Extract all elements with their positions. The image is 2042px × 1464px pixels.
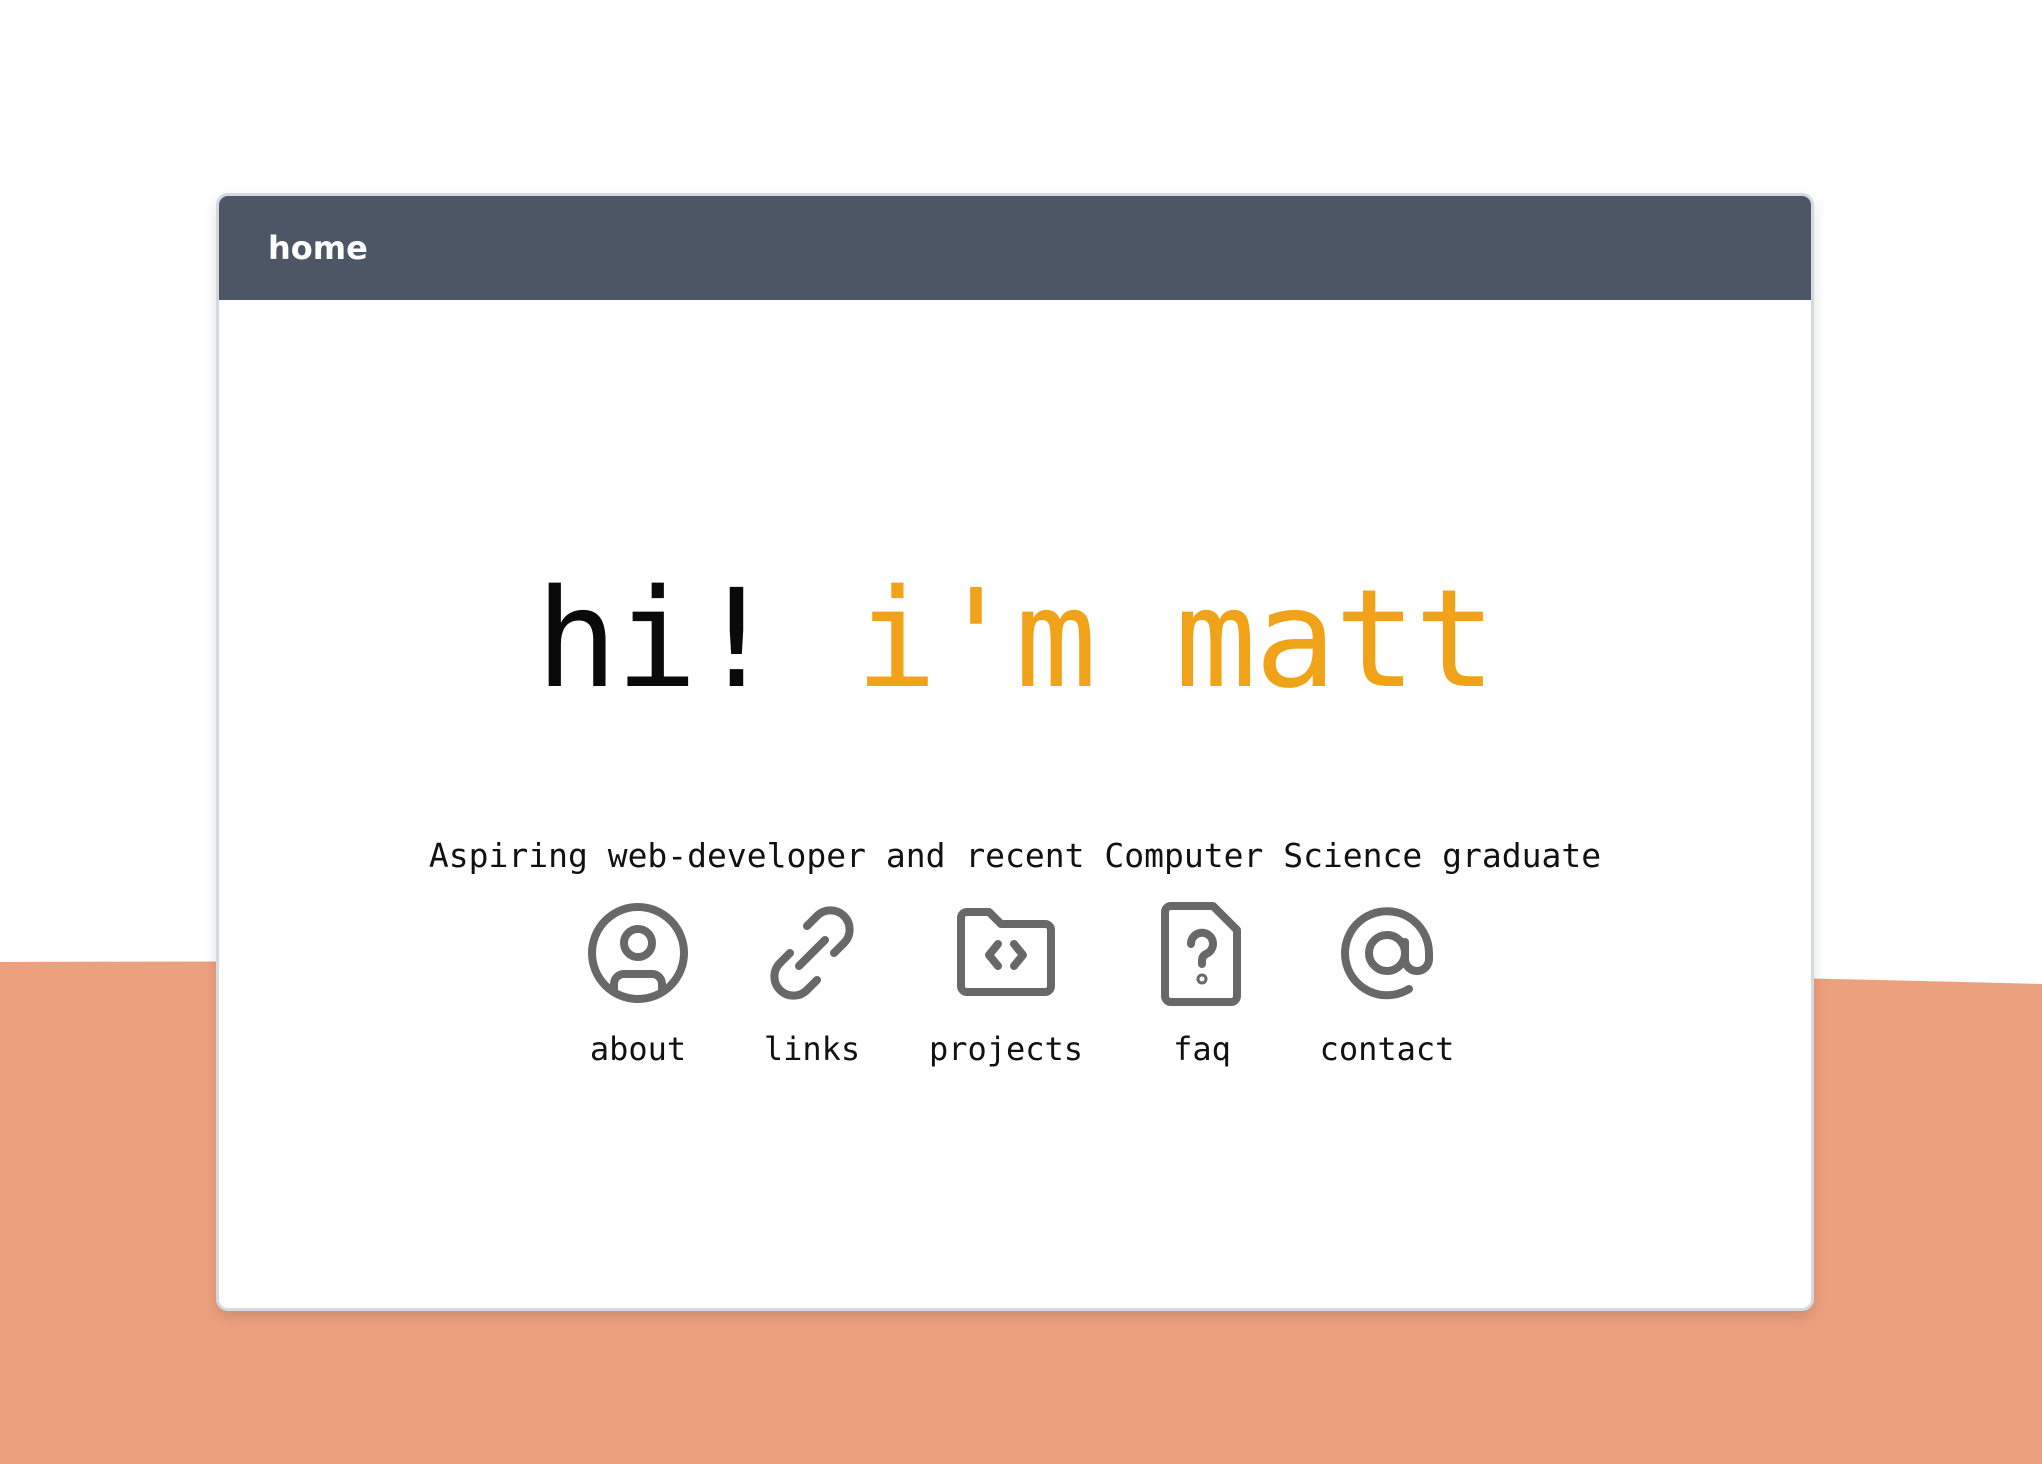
nav-bar: about links projects faq contact — [219, 898, 1811, 1098]
hero-name: i'm matt — [855, 561, 1496, 719]
user-circle-icon — [588, 903, 688, 1003]
nav-label-about: about — [589, 1030, 687, 1068]
hero-tagline: Aspiring web-developer and recent Comput… — [428, 836, 1602, 875]
hero-greeting: hi! — [535, 561, 856, 719]
nav-item-links[interactable]: links — [712, 898, 912, 1068]
at-sign-icon — [1341, 907, 1433, 1000]
window-titlebar: home — [219, 196, 1811, 300]
nav-label-contact: contact — [1319, 1030, 1455, 1068]
nav-label-links: links — [763, 1030, 861, 1068]
nav-label-projects: projects — [928, 1030, 1084, 1068]
nav-item-contact[interactable]: contact — [1287, 898, 1487, 1068]
nav-item-projects[interactable]: projects — [906, 898, 1106, 1068]
home-window: home hi! i'm matt Aspiring web-developer… — [216, 193, 1814, 1311]
hero-heading: hi! i'm matt — [219, 572, 1811, 708]
code-folder-icon — [957, 908, 1055, 996]
nav-item-about[interactable]: about — [538, 898, 738, 1068]
window-title: home — [268, 229, 368, 267]
link-icon — [770, 906, 854, 1000]
nav-label-faq: faq — [1173, 1030, 1231, 1068]
window-content: hi! i'm matt Aspiring web-developer and … — [219, 300, 1811, 1308]
question-file-icon — [1161, 902, 1241, 1006]
nav-item-faq[interactable]: faq — [1102, 898, 1302, 1068]
